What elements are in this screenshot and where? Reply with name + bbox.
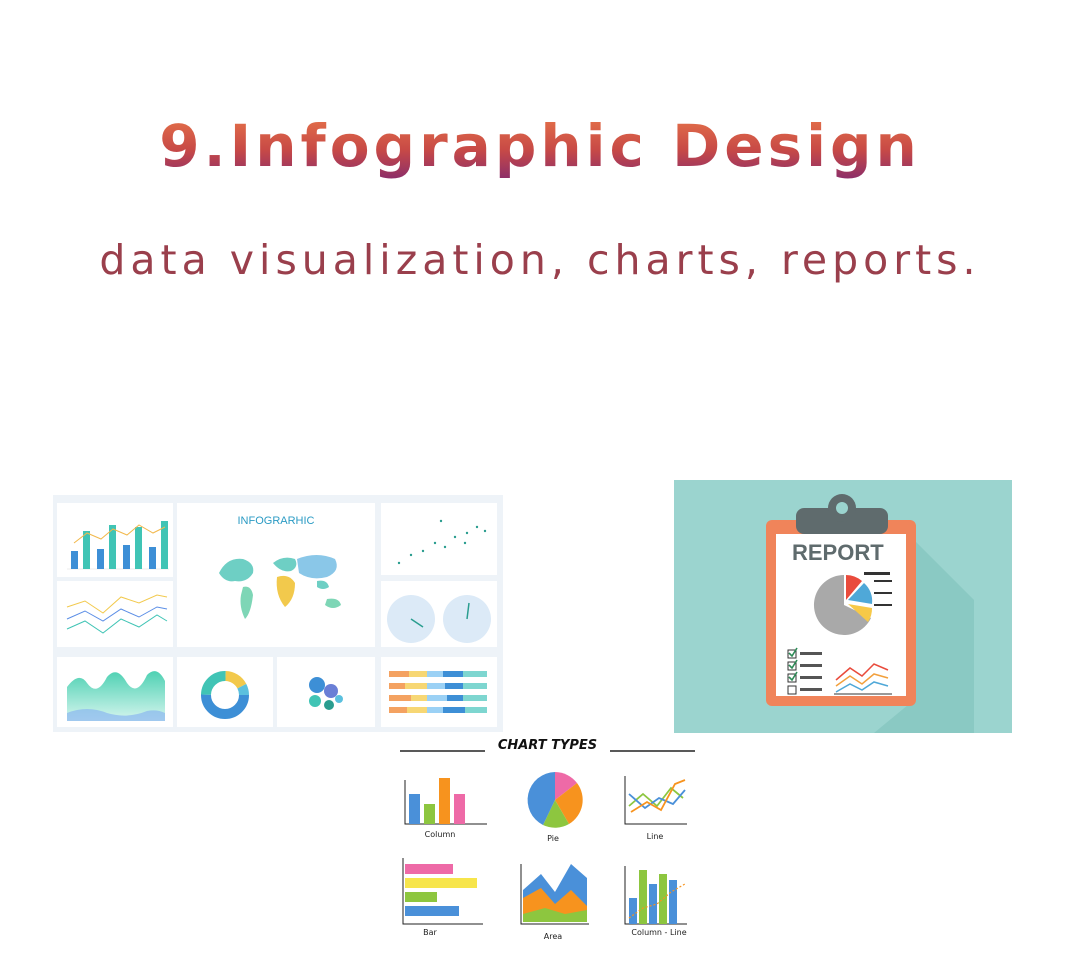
chart-type-label-column: Column (424, 830, 456, 839)
column-chart-icon (404, 778, 487, 825)
report-title: REPORT (792, 540, 884, 565)
dashboard-gauge-icon (387, 595, 491, 643)
chart-type-label-pie: Pie (547, 834, 559, 843)
dashboard-column-panel (57, 503, 173, 577)
dashboard-column-chart-icon (67, 521, 169, 570)
column-line-chart-icon (624, 866, 687, 925)
dashboard-scatter-panel (381, 503, 497, 575)
pie-chart-icon (527, 772, 583, 828)
dashboard-bubble-chart-icon (309, 677, 343, 710)
dashboard-map-panel: INFOGRARHIC (177, 503, 375, 647)
dashboard-bubble-panel (277, 657, 375, 727)
dashboard-illustration: INFOGRARHIC (53, 495, 503, 732)
chart-type-label-bar: Bar (423, 928, 437, 937)
clipboard-icon (766, 494, 974, 733)
dashboard-stacked-panel (381, 657, 497, 727)
map-title: INFOGRARHIC (237, 515, 315, 527)
dashboard-scatter-chart-icon (397, 519, 487, 565)
chart-type-label-line: Line (646, 832, 664, 841)
dashboard-line-panel (57, 581, 173, 647)
chart-types-illustration: CHART TYPES Column Pie Line Bar Area Col… (395, 738, 700, 948)
bar-chart-icon (402, 858, 483, 925)
dashboard-area-panel (57, 657, 173, 727)
page-subtitle: data visualization, charts, reports. (99, 236, 981, 284)
dashboard-gauge-panel (381, 581, 497, 647)
chart-type-label-column-line: Column - Line (631, 928, 687, 937)
area-chart-icon (520, 864, 589, 925)
dashboard-donut-panel (177, 657, 273, 727)
line-chart-icon (624, 776, 687, 825)
dashboard-line-chart-icon (66, 594, 168, 634)
dashboard-stacked-bar-icon (389, 671, 487, 713)
report-illustration: REPORT (674, 480, 1012, 733)
dashboard-area-chart-icon (67, 671, 165, 721)
page-title: 9.Infographic Design (0, 112, 1080, 180)
chart-types-heading: CHART TYPES (497, 738, 598, 753)
dashboard-donut-chart-icon (201, 671, 249, 719)
chart-type-label-area: Area (543, 932, 563, 941)
